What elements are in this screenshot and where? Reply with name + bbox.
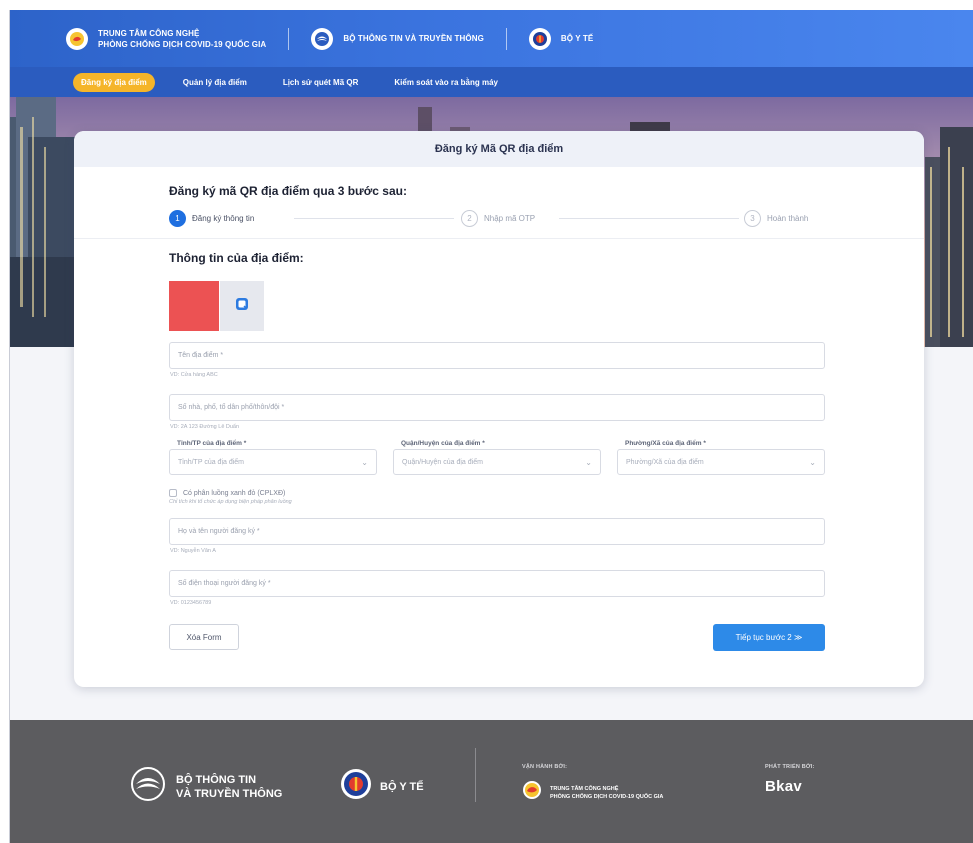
nav-qr-scan-history[interactable]: Lịch sử quét Mã QR (275, 73, 367, 92)
traffic-split-option: Có phân luồng xanh đỏ (CPLXĐ) (169, 489, 924, 497)
registrant-name-hint: VD: Nguyễn Văn A (170, 548, 216, 554)
step-number: 2 (461, 210, 478, 227)
registration-card: Đăng ký Mã QR địa điểm Đăng ký mã QR địa… (74, 131, 924, 687)
step-label: Hoàn thành (767, 214, 809, 223)
footer-ministry-ict[interactable]: BỘ THÔNG TIN VÀ TRUYỀN THÔNG (130, 766, 282, 807)
province-label: Tỉnh/TP của địa điểm * (177, 440, 247, 447)
brand-line1: TRUNG TÂM CÔNG NGHỆ (98, 28, 200, 38)
footer-op-line2: PHÒNG CHỐNG DỊCH COVID-19 QUỐC GIA (550, 793, 664, 800)
step-label: Đăng ký thông tin (192, 214, 255, 223)
nav-register-place[interactable]: Đăng ký địa điểm (73, 72, 155, 92)
footer-developer: PHÁT TRIỂN BỞI: Bkav (765, 764, 815, 795)
uploaded-image-thumbnail[interactable] (169, 281, 219, 331)
traffic-split-label: Có phân luồng xanh đỏ (CPLXĐ) (183, 489, 286, 497)
place-name-input[interactable]: Tên địa điểm * (169, 342, 825, 369)
next-step-button[interactable]: Tiếp tục bước 2 ≫ (713, 624, 825, 651)
address-hint: VD: 2A 123 Đường Lê Duẩn (170, 424, 240, 430)
location-selects: Tỉnh/TP của địa điểm * Tỉnh/TP của địa đ… (169, 440, 825, 475)
step-connector (294, 218, 454, 219)
image-uploader (169, 281, 924, 331)
footer-separator (475, 748, 476, 802)
ministry-health-logo-icon (340, 768, 372, 805)
brand-line2: PHÒNG CHỐNG DỊCH COVID-19 QUỐC GIA (98, 39, 267, 49)
ministry-health-label: BỘ Y TẾ (560, 34, 594, 43)
ward-placeholder: Phường/Xã của địa điểm (626, 458, 704, 466)
chevron-down-icon: ⌄ (361, 457, 368, 467)
brand-ministry-ict[interactable]: BỘ THÔNG TIN VÀ TRUYỀN THÔNG (311, 27, 484, 50)
footer-ict-line1: BỘ THÔNG TIN (176, 773, 257, 786)
covid-center-logo-icon (522, 780, 542, 805)
add-image-button[interactable] (220, 281, 264, 331)
footer-operator: VẬN HÀNH BỞI: TRUNG TÂM CÔNG NGHỆ PHÒNG … (522, 764, 663, 805)
district-label: Quận/Huyện của địa điểm * (401, 440, 485, 447)
district-select[interactable]: Quận/Huyện của địa điểm ⌄ (393, 449, 601, 475)
chevron-down-icon: ⌄ (585, 457, 592, 467)
step-1: 1 Đăng ký thông tin (169, 210, 254, 227)
step-number: 3 (744, 210, 761, 227)
steps-title: Đăng ký mã QR địa điểm qua 3 bước sau: (169, 184, 407, 198)
district-group: Quận/Huyện của địa điểm * Quận/Huyện của… (393, 440, 601, 475)
ward-label: Phường/Xã của địa điểm * (625, 440, 706, 447)
stepper: 1 Đăng ký thông tin 2 Nhập mã OTP 3 Hoàn… (169, 210, 839, 232)
province-placeholder: Tỉnh/TP của địa điểm (178, 458, 245, 466)
form-actions: Xóa Form Tiếp tục bước 2 ≫ (169, 624, 825, 651)
step-label: Nhập mã OTP (484, 214, 536, 223)
footer-ministry-health[interactable]: BỘ Y TẾ (340, 768, 424, 805)
step-3: 3 Hoàn thành (744, 210, 808, 227)
ward-select[interactable]: Phường/Xã của địa điểm ⌄ (617, 449, 825, 475)
traffic-split-note: Chỉ tích khi tổ chức áp dụng biện pháp p… (169, 499, 292, 505)
step-connector (559, 218, 739, 219)
main-nav: Đăng ký địa điểm Quản lý địa điểm Lịch s… (10, 67, 973, 97)
district-placeholder: Quận/Huyện của địa điểm (402, 458, 483, 466)
ministry-ict-label: BỘ THÔNG TIN VÀ TRUYỀN THÔNG (343, 34, 484, 43)
divider (74, 238, 924, 239)
brand-ministry-health[interactable]: BỘ Y TẾ (528, 27, 594, 50)
developed-by-label: PHÁT TRIỂN BỞI: (765, 764, 815, 770)
ministry-ict-logo-icon (130, 766, 166, 807)
page: TRUNG TÂM CÔNG NGHỆ PHÒNG CHỐNG DỊCH COV… (9, 10, 973, 843)
brand-covid-center[interactable]: TRUNG TÂM CÔNG NGHỆ PHÒNG CHỐNG DỊCH COV… (66, 27, 267, 50)
registrant-phone-hint: VD: 0123456789 (170, 600, 212, 606)
header-separator (505, 27, 507, 50)
province-group: Tỉnh/TP của địa điểm * Tỉnh/TP của địa đ… (169, 440, 377, 475)
ministry-ict-logo-icon (311, 27, 334, 50)
step-2: 2 Nhập mã OTP (461, 210, 535, 227)
ward-group: Phường/Xã của địa điểm * Phường/Xã của đ… (617, 440, 825, 475)
footer: BỘ THÔNG TIN VÀ TRUYỀN THÔNG BỘ Y TẾ VẬN… (10, 720, 973, 843)
step-number: 1 (169, 210, 186, 227)
registrant-name-input[interactable]: Họ và tên người đăng ký * (169, 518, 825, 545)
chevron-down-icon: ⌄ (809, 457, 816, 467)
card-title: Đăng ký Mã QR địa điểm (74, 131, 924, 167)
registrant-phone-input[interactable]: Số điện thoại người đăng ký * (169, 570, 825, 597)
address-input[interactable]: Số nhà, phố, tổ dân phố/thôn/đội * (169, 394, 825, 421)
header-top: TRUNG TÂM CÔNG NGHỆ PHÒNG CHỐNG DỊCH COV… (10, 10, 973, 67)
traffic-split-checkbox[interactable] (169, 489, 177, 497)
header-separator (288, 27, 290, 50)
footer-ict-line2: VÀ TRUYỀN THÔNG (176, 787, 283, 800)
operated-by-label: VẬN HÀNH BỞI: (522, 764, 568, 770)
card-body: Đăng ký mã QR địa điểm qua 3 bước sau: 1… (74, 184, 924, 651)
clear-form-button[interactable]: Xóa Form (169, 624, 239, 650)
footer-health-label: BỘ Y TẾ (380, 780, 424, 793)
add-image-icon (235, 297, 249, 316)
footer-op-line1: TRUNG TÂM CÔNG NGHỆ (550, 785, 619, 792)
place-name-hint: VD: Cửa hàng ABC (170, 372, 218, 378)
section-title: Thông tin của địa điểm: (169, 251, 304, 265)
bkav-logo[interactable]: Bkav (765, 778, 815, 795)
covid-center-logo-icon (66, 27, 88, 50)
ministry-health-logo-icon (528, 27, 551, 50)
nav-manage-places[interactable]: Quản lý địa điểm (175, 73, 255, 92)
nav-machine-access-control[interactable]: Kiểm soát vào ra bằng máy (386, 73, 506, 92)
province-select[interactable]: Tỉnh/TP của địa điểm ⌄ (169, 449, 377, 475)
